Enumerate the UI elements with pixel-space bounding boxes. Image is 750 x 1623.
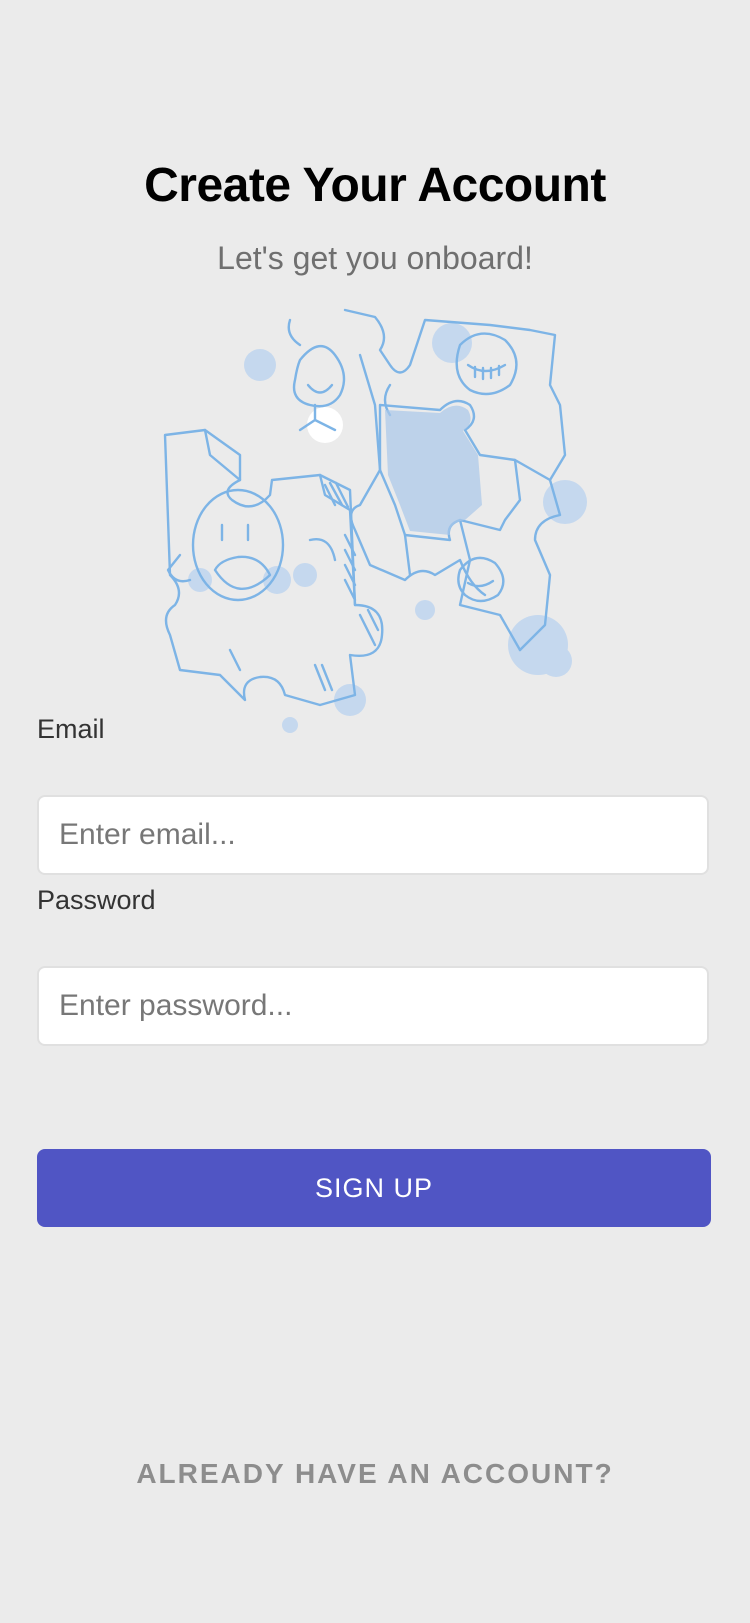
- puzzle-people-illustration: [163, 308, 587, 733]
- already-have-account-link[interactable]: ALREADY HAVE AN ACCOUNT?: [0, 1458, 750, 1490]
- page-subtitle: Let's get you onboard!: [217, 240, 533, 276]
- page-title: Create Your Account: [144, 159, 606, 212]
- password-field[interactable]: [37, 966, 709, 1046]
- email-label: Email: [37, 714, 105, 744]
- sign-up-button[interactable]: SIGN UP: [37, 1149, 711, 1227]
- email-field[interactable]: [37, 795, 709, 875]
- password-label: Password: [37, 885, 156, 915]
